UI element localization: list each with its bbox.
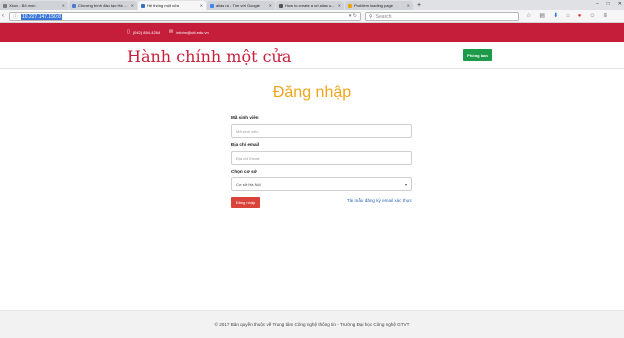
close-icon[interactable]: ✕: [62, 3, 65, 8]
address-bar[interactable]: ⓘ 10.227.147.150:8 ▾ ↻: [9, 12, 361, 21]
copyright-text: © 2017 Bản quyền thuộc về Trung tâm Công…: [214, 322, 410, 327]
chevron-down-icon: ▾: [404, 182, 407, 187]
tab-title: Xbox - Bỏ mùn: [9, 3, 36, 8]
page-title: Đăng nhập: [272, 84, 352, 101]
menu-icon[interactable]: ≡: [603, 12, 607, 21]
tab-title: alias ra - Tìm với Google: [216, 3, 260, 8]
email-placeholder: Địa chỉ Email: [236, 155, 260, 161]
student-id-input[interactable]: Mã sinh viên: [231, 124, 412, 138]
campus-label: Chọn cơ sở: [231, 169, 257, 174]
window-controls: – □ ✕: [596, 1, 622, 7]
email-text[interactable]: infohn@utt.edu.vn: [176, 30, 209, 35]
back-icon[interactable]: ‹: [2, 13, 4, 19]
google-favicon-icon: [210, 3, 214, 8]
campus-select[interactable]: Cơ sở Hà Nội ▾: [231, 177, 412, 191]
contact-phone: ▯ (042) 854-4264: [127, 29, 160, 35]
campus-selected-value: Cơ sở Hà Nội: [236, 181, 261, 187]
new-tab-button[interactable]: +: [417, 1, 421, 10]
toolbar-icons: ☆ ▤ ⬇ ⌂ ● ☺ ≡: [526, 12, 607, 21]
browser-tab[interactable]: Problem loading page ✕: [345, 1, 413, 10]
email-input[interactable]: Địa chỉ Email: [231, 151, 412, 165]
envelope-icon: ✉: [169, 29, 174, 35]
url-text: 10.227.147.150:8: [21, 13, 62, 20]
maximize-button[interactable]: □: [607, 1, 610, 7]
departments-button[interactable]: Phòng ban: [463, 49, 492, 61]
register-template-link[interactable]: Tải mẫu đăng ký email xác thực: [347, 198, 412, 203]
student-id-label: Mã sinh viên: [231, 115, 259, 120]
close-icon[interactable]: ✕: [131, 3, 134, 8]
site-title[interactable]: Hành chính một cửa: [127, 47, 291, 66]
close-icon[interactable]: ✕: [269, 3, 272, 8]
tab-title: Chương trình đào tạo Hà N...: [78, 3, 129, 8]
reload-icon[interactable]: ▾ ↻: [349, 13, 357, 20]
site-info-icon[interactable]: ⓘ: [13, 13, 18, 20]
browser-tab-strip: Xbox - Bỏ mùn ✕ Chương trình đào tạo Hà N…: [0, 0, 624, 10]
home-icon[interactable]: ⌂: [566, 12, 570, 21]
phone-text: (042) 854-4264: [132, 29, 161, 35]
close-window-button[interactable]: ✕: [618, 1, 622, 7]
minimize-button[interactable]: –: [596, 1, 599, 7]
browser-tab[interactable]: Chương trình đào tạo Hà N... ✕: [69, 1, 137, 10]
contact-email: ✉ infohn@utt.edu.vn: [169, 29, 209, 35]
phone-icon: ▯: [127, 29, 130, 35]
search-input[interactable]: ⚲ Search: [365, 12, 519, 21]
tab-favicon-icon: [72, 3, 76, 8]
site-header: Hành chính một cửa Phòng ban: [0, 42, 624, 69]
warning-icon: [348, 3, 352, 8]
page-footer: © 2017 Bản quyền thuộc về Trung tâm Công…: [0, 310, 624, 338]
contact-bar: ▯ (042) 854-4264 ✉ infohn@utt.edu.vn: [0, 23, 624, 42]
bookmark-star-icon[interactable]: ☆: [526, 12, 531, 21]
browser-tab[interactable]: Xbox - Bỏ mùn ✕: [0, 1, 68, 10]
tab-favicon-icon: [141, 3, 145, 8]
tab-title: Hệ thống một cửa: [147, 3, 180, 8]
tab-favicon-icon: [3, 3, 7, 8]
browser-toolbar: ‹ ⓘ 10.227.147.150:8 ▾ ↻ ⚲ Search ☆ ▤ ⬇ …: [0, 10, 624, 23]
tab-favicon-icon: [279, 3, 283, 8]
email-label: Địa chỉ email: [231, 142, 260, 147]
browser-tab[interactable]: alias ra - Tìm với Google ✕: [207, 1, 275, 10]
tab-title: Problem loading page: [354, 3, 393, 8]
student-id-placeholder: Mã sinh viên: [236, 128, 259, 134]
browser-tab-active[interactable]: Hệ thống một cửa ✕: [138, 1, 206, 10]
close-icon[interactable]: ✕: [200, 3, 203, 8]
download-icon[interactable]: ⬇: [553, 12, 558, 21]
tab-title: How to create a url alias u...: [285, 3, 335, 8]
search-icon: ⚲: [369, 13, 373, 20]
reading-list-icon[interactable]: ▤: [539, 12, 545, 21]
search-placeholder: Search: [375, 13, 392, 20]
sync-icon[interactable]: ☺: [589, 12, 595, 21]
login-button[interactable]: Đăng nhập: [231, 197, 260, 208]
close-icon[interactable]: ✕: [407, 3, 410, 8]
extension-icon[interactable]: ●: [578, 12, 582, 21]
close-icon[interactable]: ✕: [338, 3, 341, 8]
browser-tab[interactable]: How to create a url alias u... ✕: [276, 1, 344, 10]
